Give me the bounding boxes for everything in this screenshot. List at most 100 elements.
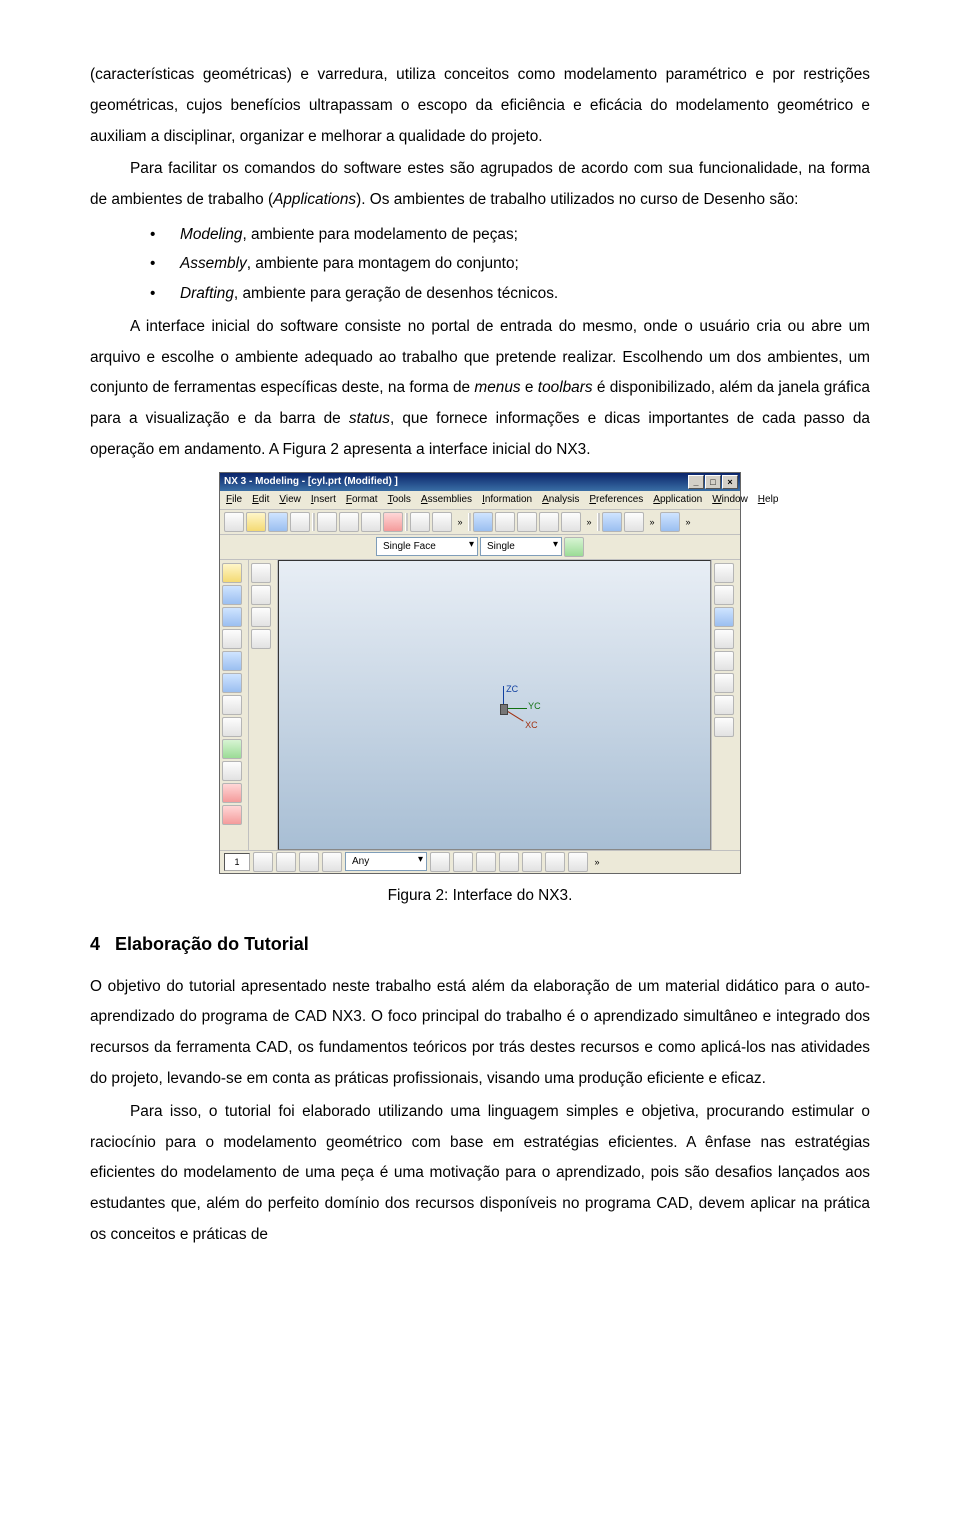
- menu-information[interactable]: Information: [482, 494, 532, 505]
- chevron-icon[interactable]: »: [583, 517, 595, 527]
- menu-preferences[interactable]: Preferences: [589, 494, 643, 505]
- wcs-icon[interactable]: [322, 852, 342, 872]
- selection-scope-combo[interactable]: Single Face: [376, 537, 478, 556]
- blend-icon[interactable]: [222, 695, 242, 715]
- menu-file[interactable]: File: [226, 494, 242, 505]
- snap-mid-icon[interactable]: [453, 852, 473, 872]
- menubar: File Edit View Insert Format Tools Assem…: [220, 491, 740, 510]
- shaded-icon[interactable]: [602, 512, 622, 532]
- hole-icon[interactable]: [222, 629, 242, 649]
- app-icon[interactable]: [660, 512, 680, 532]
- feature-toolbar: [220, 560, 249, 850]
- menu-help[interactable]: Help: [758, 494, 779, 505]
- chamfer-icon[interactable]: [222, 717, 242, 737]
- sketch-icon[interactable]: [222, 563, 242, 583]
- figure-nx3-interface: NX 3 - Modeling - [cyl.prt (Modified) ] …: [90, 472, 870, 912]
- wireframe-icon[interactable]: [624, 512, 644, 532]
- zoom-icon[interactable]: [495, 512, 515, 532]
- extrude-icon[interactable]: [222, 585, 242, 605]
- clock-icon[interactable]: [714, 695, 734, 715]
- origin-box: [500, 704, 508, 715]
- new-icon[interactable]: [224, 512, 244, 532]
- view-icon[interactable]: [714, 607, 734, 627]
- snap-int-icon[interactable]: [499, 852, 519, 872]
- rotate-icon[interactable]: [561, 512, 581, 532]
- revolve-icon[interactable]: [222, 607, 242, 627]
- unite-icon[interactable]: [222, 739, 242, 759]
- print-icon[interactable]: [290, 512, 310, 532]
- paste-icon[interactable]: [361, 512, 381, 532]
- paragraph-1: (características geométricas) e varredur…: [90, 60, 870, 152]
- menu-insert[interactable]: Insert: [311, 494, 336, 505]
- menu-application[interactable]: Application: [653, 494, 702, 505]
- separator: [468, 513, 471, 531]
- light-icon[interactable]: [714, 651, 734, 671]
- redo-icon[interactable]: [432, 512, 452, 532]
- fit-icon[interactable]: [473, 512, 493, 532]
- snap-icon[interactable]: [276, 852, 296, 872]
- text: ). Os ambientes de trabalho utilizados n…: [356, 191, 798, 208]
- snap-point-icon[interactable]: [430, 852, 450, 872]
- menu-window[interactable]: Window: [712, 494, 748, 505]
- copy-icon[interactable]: [339, 512, 359, 532]
- snap-center-icon[interactable]: [476, 852, 496, 872]
- maximize-icon[interactable]: □: [705, 475, 721, 489]
- chevron-icon[interactable]: »: [454, 517, 466, 527]
- subtract-icon[interactable]: [222, 761, 242, 781]
- list-item: Assembly, ambiente para montagem do conj…: [150, 249, 870, 278]
- italic: Modeling: [180, 226, 242, 243]
- text: , ambiente para modelamento de peças;: [242, 226, 518, 243]
- apply-icon[interactable]: [564, 537, 584, 557]
- filter-combo[interactable]: Any: [345, 852, 427, 871]
- list-item: Modeling, ambiente para modelamento de p…: [150, 220, 870, 249]
- dialog-icon[interactable]: [714, 563, 734, 583]
- ie-icon[interactable]: [251, 629, 271, 649]
- cylinder-icon[interactable]: [222, 673, 242, 693]
- paragraph-3: A interface inicial do software consiste…: [90, 312, 870, 466]
- block-icon[interactable]: [222, 651, 242, 671]
- graphics-viewport[interactable]: ZC YC XC: [278, 560, 711, 850]
- bullet-list: Modeling, ambiente para modelamento de p…: [150, 220, 870, 308]
- open-icon[interactable]: [246, 512, 266, 532]
- paragraph-5: Para isso, o tutorial foi elaborado util…: [90, 1097, 870, 1251]
- selection-type-combo[interactable]: Single: [480, 537, 562, 556]
- material-icon[interactable]: [714, 673, 734, 693]
- line-icon[interactable]: [222, 783, 242, 803]
- history-icon[interactable]: [251, 607, 271, 627]
- menu-view[interactable]: View: [279, 494, 301, 505]
- x-label: XC: [525, 720, 538, 730]
- part-nav-icon[interactable]: [251, 563, 271, 583]
- snap-end-icon[interactable]: [522, 852, 542, 872]
- undo-icon[interactable]: [410, 512, 430, 532]
- filter-icon[interactable]: [253, 852, 273, 872]
- layer-icon[interactable]: [714, 585, 734, 605]
- menu-analysis[interactable]: Analysis: [542, 494, 579, 505]
- arc-icon[interactable]: [222, 805, 242, 825]
- chevron-icon[interactable]: »: [682, 517, 694, 527]
- close-icon[interactable]: ×: [722, 475, 738, 489]
- status-toolbar: 1 Any »: [220, 850, 740, 873]
- help-icon[interactable]: [714, 717, 734, 737]
- save-icon[interactable]: [268, 512, 288, 532]
- minimize-icon[interactable]: _: [688, 475, 704, 489]
- selection-toolbar: Single Face Single: [220, 535, 740, 560]
- snap-tangent-icon[interactable]: [545, 852, 565, 872]
- browser-icon[interactable]: [714, 629, 734, 649]
- menu-edit[interactable]: Edit: [252, 494, 269, 505]
- snap-perp-icon[interactable]: [568, 852, 588, 872]
- cut-icon[interactable]: [317, 512, 337, 532]
- section-heading-4: 4 Elaboração do Tutorial: [90, 926, 870, 962]
- menu-assemblies[interactable]: Assemblies: [421, 494, 472, 505]
- chevron-icon[interactable]: »: [591, 857, 603, 867]
- delete-icon[interactable]: [383, 512, 403, 532]
- menu-tools[interactable]: Tools: [388, 494, 411, 505]
- paragraph-4: O objetivo do tutorial apresentado neste…: [90, 972, 870, 1095]
- zoom-out-icon[interactable]: [539, 512, 559, 532]
- chevron-icon[interactable]: »: [646, 517, 658, 527]
- grid-icon[interactable]: [299, 852, 319, 872]
- z-label: ZC: [506, 684, 518, 694]
- assembly-nav-icon[interactable]: [251, 585, 271, 605]
- menu-format[interactable]: Format: [346, 494, 378, 505]
- zoom-in-icon[interactable]: [517, 512, 537, 532]
- y-label: YC: [528, 701, 541, 711]
